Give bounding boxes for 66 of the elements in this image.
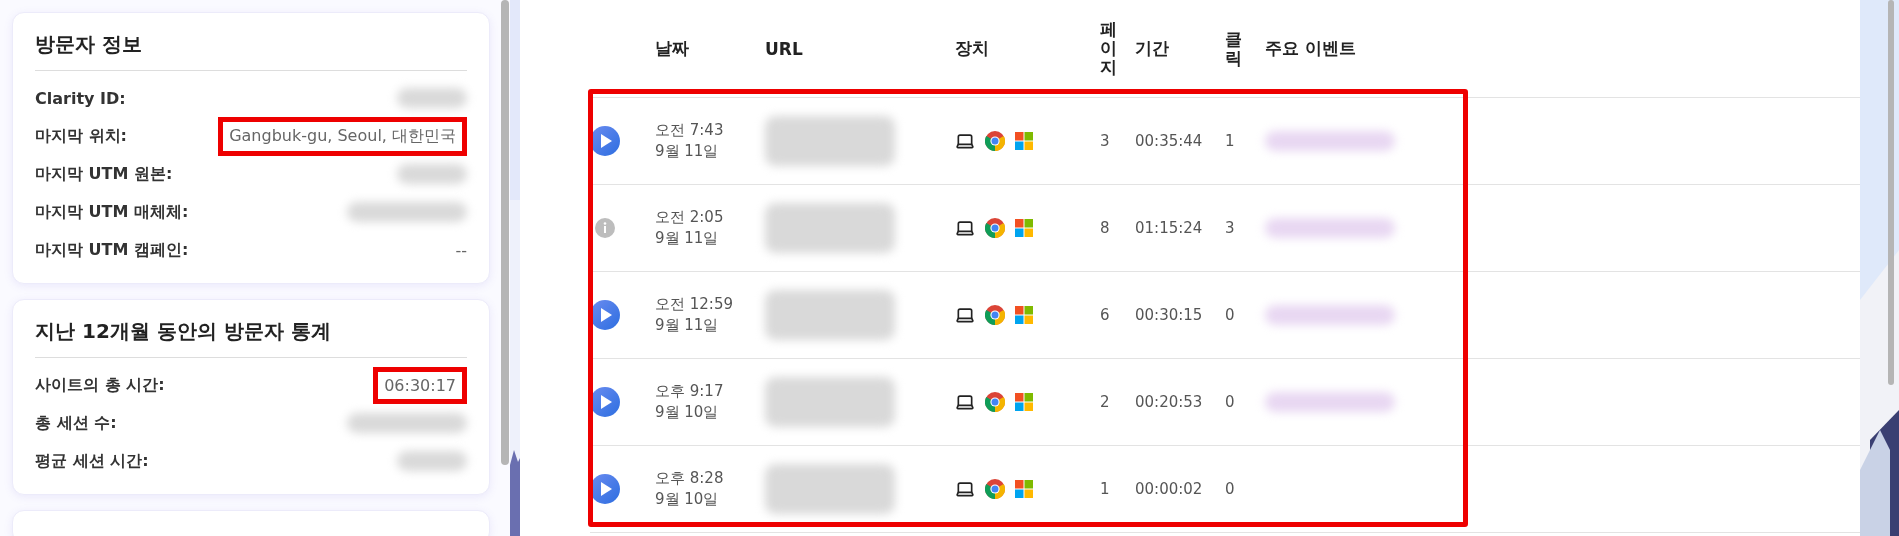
session-date: 9월 10일	[655, 490, 720, 509]
table-cell-text: 00:20:53	[1135, 393, 1204, 411]
chrome-icon	[985, 479, 1005, 499]
session-time: 오후 8:28	[655, 469, 725, 488]
table-cell-text: 00:30:15	[1135, 306, 1204, 324]
table-cell-text: 8	[1100, 219, 1111, 237]
scrollbar[interactable]	[501, 0, 509, 465]
column-header: 날짜	[655, 37, 690, 60]
table-cell-text: 00:00:02	[1135, 480, 1204, 498]
table-cell-text: 1	[1100, 480, 1111, 498]
field-value: 06:30:17	[384, 375, 456, 395]
field-label: 마지막 위치:	[35, 125, 127, 147]
laptop-icon	[955, 218, 975, 238]
chrome-icon	[985, 131, 1005, 151]
windows-icon	[1015, 393, 1033, 411]
laptop-icon	[955, 479, 975, 499]
windows-icon	[1015, 219, 1033, 237]
table-cell-text: 0	[1225, 480, 1236, 498]
field-value: --	[455, 240, 467, 260]
table-cell-text: 0	[1225, 306, 1236, 324]
field-label: 평균 세션 시간:	[35, 450, 149, 472]
scrollbar[interactable]	[1888, 0, 1894, 385]
play-button[interactable]	[590, 387, 620, 417]
field-label: Clarity ID:	[35, 88, 126, 108]
session-time: 오전 7:43	[655, 121, 725, 140]
chrome-icon	[985, 392, 1005, 412]
card-title: 지난 12개월 동안의 방문자 통계	[35, 318, 467, 358]
session-date: 9월 10일	[655, 403, 720, 422]
table-cell-text: 01:15:24	[1135, 219, 1204, 237]
windows-icon	[1015, 132, 1033, 150]
session-date: 9월 11일	[655, 229, 720, 248]
column-header: 기간	[1135, 37, 1170, 60]
table-cell-text: 6	[1100, 306, 1111, 324]
field-label: 총 세션 수:	[35, 412, 117, 434]
column-header: 장치	[955, 37, 990, 60]
table-cell-text: 3	[1100, 132, 1111, 150]
column-header: URL	[765, 38, 804, 59]
windows-icon	[1015, 306, 1033, 324]
field-label: 마지막 UTM 캠페인:	[35, 239, 189, 261]
column-header: 페이지	[1100, 20, 1117, 77]
field-value: Gangbuk-gu, Seoul, 대한민국	[229, 125, 456, 147]
field-label: 마지막 UTM 원본:	[35, 163, 173, 185]
play-button[interactable]	[590, 474, 620, 504]
session-time: 오전 2:05	[655, 208, 725, 227]
table-cell-text: 0	[1225, 393, 1236, 411]
table-cell-text: 1	[1225, 132, 1236, 150]
chrome-icon	[985, 218, 1005, 238]
windows-icon	[1015, 480, 1033, 498]
column-header: 클릭	[1225, 29, 1242, 68]
card-title: 방문자 정보	[35, 31, 467, 71]
laptop-icon	[955, 131, 975, 151]
session-time: 오후 9:17	[655, 382, 725, 401]
laptop-icon	[955, 392, 975, 412]
table-cell-text: 3	[1225, 219, 1236, 237]
session-date: 9월 11일	[655, 316, 720, 335]
session-time: 오전 12:59	[655, 295, 734, 314]
session-date: 9월 11일	[655, 142, 720, 161]
play-button[interactable]	[590, 126, 620, 156]
play-button[interactable]	[590, 300, 620, 330]
column-header: 주요 이벤트	[1265, 37, 1357, 60]
field-label: 마지막 UTM 매체체:	[35, 201, 189, 223]
laptop-icon	[955, 305, 975, 325]
table-cell-text: 2	[1100, 393, 1111, 411]
table-cell-text: 00:35:44	[1135, 132, 1204, 150]
chrome-icon	[985, 305, 1005, 325]
field-label: 사이트의 총 시간:	[35, 374, 165, 396]
